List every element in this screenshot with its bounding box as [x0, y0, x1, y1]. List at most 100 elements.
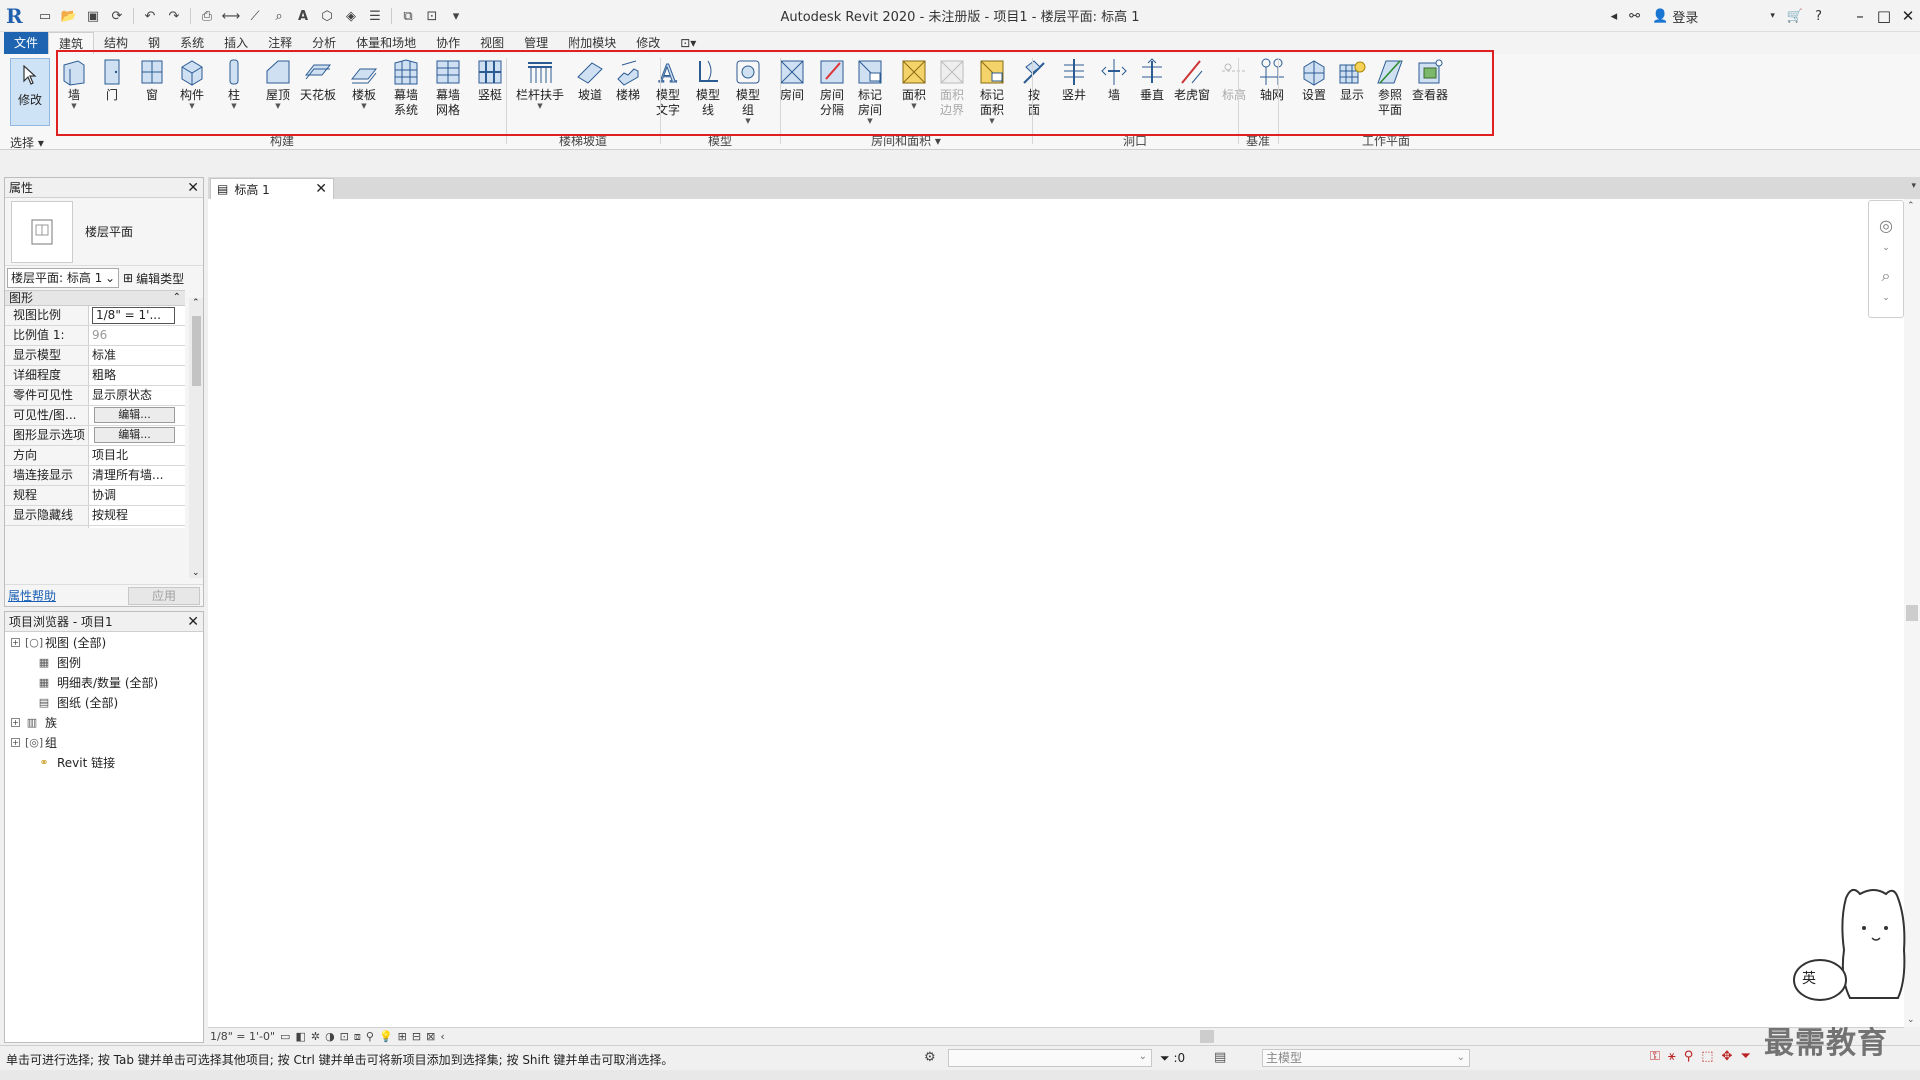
drag-elements-icon[interactable]: ✥ — [1722, 1049, 1733, 1064]
measure-icon[interactable]: ⟷ — [220, 6, 242, 26]
property-row[interactable]: 图形显示选项 编辑... — [5, 426, 185, 446]
scroll-thumb[interactable] — [192, 316, 201, 386]
property-value[interactable]: 协调 — [89, 486, 185, 505]
type-selector[interactable]: 楼层平面 — [5, 198, 203, 266]
property-value[interactable]: 标准 — [89, 346, 185, 365]
design-options-icon[interactable]: ▤ — [1214, 1050, 1226, 1065]
chevron-down-icon[interactable]: ⌄ — [1875, 237, 1897, 259]
property-row[interactable]: 显示隐藏线 按规程 — [5, 506, 185, 526]
graphics-category-header[interactable]: 图形 ⌃ — [5, 290, 185, 306]
text-icon[interactable]: A — [292, 6, 314, 26]
minimize-icon[interactable]: – — [1848, 0, 1872, 32]
view-scale[interactable]: 1/8" = 1'-0" — [210, 1030, 275, 1043]
browser-item[interactable]: ⚭ Revit 链接 — [5, 752, 203, 772]
sync-icon[interactable]: ⟳ — [106, 6, 128, 26]
scroll-up-icon[interactable]: ⌃ — [192, 298, 200, 308]
property-value[interactable]: 清理所有墙... — [89, 466, 185, 485]
edit-type-button[interactable]: ⊞ 编辑类型 — [123, 270, 184, 287]
ime-badge[interactable]: 英 — [1802, 968, 1816, 988]
browser-item[interactable]: + [○] 视图 (全部) — [5, 632, 203, 652]
open-icon[interactable]: 📂 — [58, 6, 80, 26]
chevron-down-icon[interactable]: ⌄ — [1875, 287, 1897, 309]
worksets-icon[interactable]: ⚙ — [924, 1050, 936, 1065]
thin-lines-icon[interactable]: ☰ — [364, 6, 386, 26]
property-row[interactable]: 方向 项目北 — [5, 446, 185, 466]
select-underlay-icon[interactable]: ⚹ — [1668, 1049, 1676, 1064]
property-value[interactable]: 1/8" = 1'... — [89, 306, 185, 325]
binoculars-icon[interactable]: ⚯ — [1623, 0, 1646, 32]
view-scale-input[interactable]: 1/8" = 1'... — [92, 307, 175, 324]
crop-view-icon[interactable]: ⊡ — [340, 1030, 349, 1043]
reveal-hidden-icon[interactable]: 💡 — [379, 1030, 393, 1043]
detail-level-icon[interactable]: ▭ — [280, 1030, 290, 1043]
property-value[interactable]: 编辑... — [89, 406, 185, 425]
home-icon[interactable]: ▭ — [34, 6, 56, 26]
select-by-face-icon[interactable]: ⬚ — [1701, 1049, 1713, 1064]
property-row[interactable]: 比例值 1: 96 — [5, 326, 185, 346]
filter-icon[interactable]: ⏷ — [1740, 1049, 1750, 1064]
sun-path-icon[interactable]: ✲ — [311, 1030, 320, 1043]
property-value[interactable]: 按规程 — [89, 506, 185, 525]
view-selector-dropdown[interactable]: 楼层平面: 标高 1 ⌄ — [7, 268, 119, 288]
property-row[interactable]: 显示模型 标准 — [5, 346, 185, 366]
browser-item[interactable]: ▦ 明细表/数量 (全部) — [5, 672, 203, 692]
properties-scrollbar[interactable]: ⌃ ⌄ — [189, 298, 203, 578]
sign-in-button[interactable]: 👤 登录 — [1646, 0, 1704, 32]
apply-button[interactable]: 应用 — [128, 586, 200, 605]
close-icon[interactable]: ✕ — [315, 181, 327, 197]
property-value[interactable]: 粗略 — [89, 366, 185, 385]
tag-icon[interactable]: ⌕ — [268, 6, 290, 26]
tab-0[interactable]: 文件 — [4, 32, 49, 54]
shadows-icon[interactable]: ◑ — [325, 1030, 335, 1043]
zoom-icon[interactable]: ⌕ — [1875, 265, 1897, 287]
browser-item[interactable]: + [◎] 组 — [5, 732, 203, 752]
close-hidden-icon[interactable]: ⧉ — [397, 6, 419, 26]
select-links-icon[interactable]: ⚿ — [1650, 1049, 1660, 1064]
browser-item[interactable]: + ▥ 族 — [5, 712, 203, 732]
tab-level-1[interactable]: ▤ 标高 1 ✕ — [210, 178, 334, 199]
property-row[interactable]: 墙连接显示 清理所有墙... — [5, 466, 185, 486]
modify-button[interactable]: 修改 — [10, 58, 50, 126]
drawing-canvas[interactable] — [208, 199, 1904, 1027]
property-value[interactable]: 项目北 — [89, 446, 185, 465]
save-icon[interactable]: ▣ — [82, 6, 104, 26]
property-row[interactable]: 视图比例 1/8" = 1'... — [5, 306, 185, 326]
filter-icon[interactable]: ⏷ — [1160, 1051, 1170, 1065]
dimension-icon[interactable]: ⟋ — [244, 6, 266, 26]
property-row[interactable]: 零件可见性 显示原状态 — [5, 386, 185, 406]
edit-button[interactable]: 编辑... — [94, 427, 175, 443]
property-value[interactable]: 背景 — [89, 526, 185, 528]
visual-style-icon[interactable]: ◧ — [295, 1030, 305, 1043]
3d-view-icon[interactable]: ⬡ — [316, 6, 338, 26]
close-icon[interactable]: ✕ — [187, 180, 199, 196]
close-icon[interactable]: ✕ — [1896, 0, 1920, 32]
select-pinned-icon[interactable]: ⚲ — [1684, 1049, 1694, 1064]
expand-icon[interactable]: + — [11, 717, 20, 727]
scroll-down-icon[interactable]: ⌄ — [1907, 1015, 1915, 1025]
section-icon[interactable]: ◈ — [340, 6, 362, 26]
analytical-model-icon[interactable]: ⊟ — [412, 1030, 421, 1043]
redo-icon[interactable]: ↷ — [163, 6, 185, 26]
browser-item[interactable]: ▤ 图纸 (全部) — [5, 692, 203, 712]
temporary-hide-icon[interactable]: ⚲ — [366, 1030, 374, 1043]
steering-wheel-icon[interactable]: ◎ — [1875, 215, 1897, 237]
property-row[interactable]: 可见性/图... 编辑... — [5, 406, 185, 426]
scroll-up-icon[interactable]: ⌃ — [1907, 201, 1915, 211]
tab-menu-icon[interactable]: ▾ — [1911, 181, 1916, 191]
help-icon[interactable]: ? — [1809, 0, 1828, 32]
worksets-dropdown[interactable]: ⌄ — [948, 1049, 1152, 1067]
maximize-icon[interactable]: □ — [1872, 0, 1896, 32]
expand-icon[interactable]: + — [11, 737, 20, 747]
design-option-dropdown[interactable]: 主模型 ⌄ — [1262, 1049, 1470, 1067]
property-row[interactable]: 规程 协调 — [5, 486, 185, 506]
edit-button[interactable]: 编辑... — [94, 407, 175, 423]
browser-item[interactable]: ▦ 图例 — [5, 652, 203, 672]
sign-in-dropdown-icon[interactable]: ▾ — [1764, 0, 1781, 32]
customize-qat-icon[interactable]: ▾ — [445, 6, 467, 26]
horizontal-scroll-thumb[interactable] — [1200, 1030, 1214, 1043]
print-icon[interactable]: ⎙ — [196, 6, 218, 26]
property-row[interactable]: 颜色方案位置背景 — [5, 526, 185, 528]
chevron-left-icon[interactable]: ‹ — [440, 1030, 444, 1043]
highlight-icon[interactable]: ⊠ — [426, 1030, 435, 1043]
search-arrow-icon[interactable]: ◂ — [1605, 0, 1624, 32]
